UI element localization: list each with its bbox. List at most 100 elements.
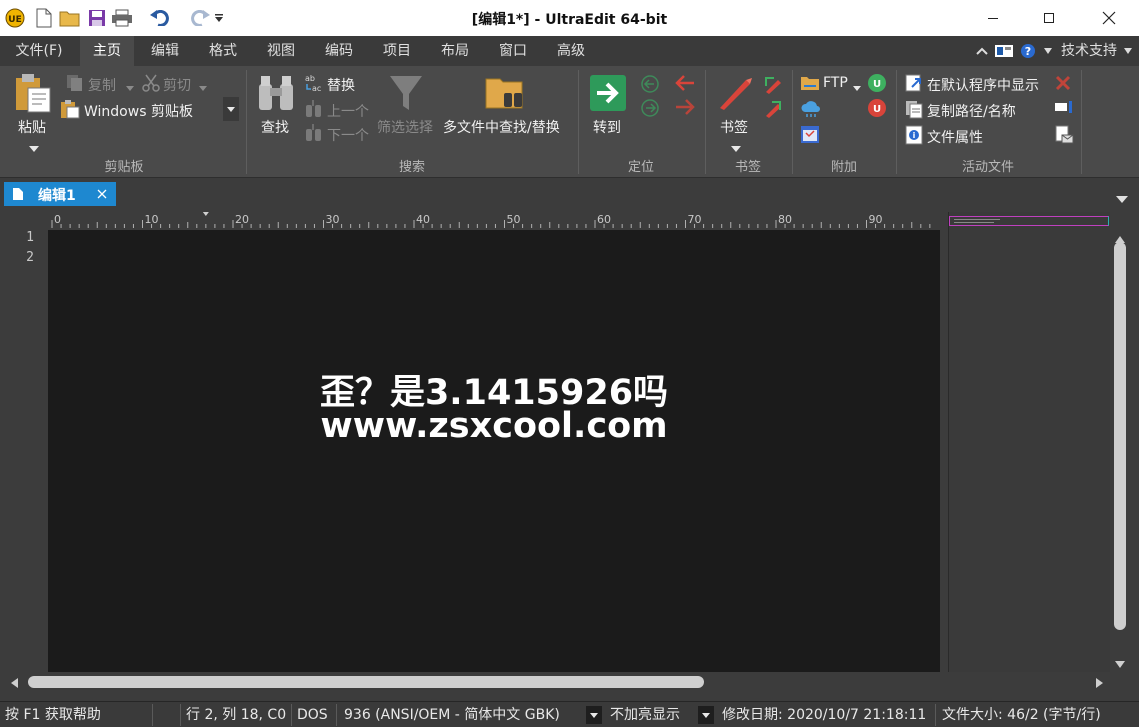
ruler-label: 20 <box>235 213 249 226</box>
status-line-ending[interactable]: DOS <box>297 702 328 727</box>
cut-dropdown-icon[interactable] <box>199 80 207 95</box>
ruler-label: 10 <box>145 213 159 226</box>
encoding-dropdown-icon[interactable] <box>586 706 602 724</box>
cut-button[interactable]: 剪切 <box>163 75 191 95</box>
redo-icon[interactable] <box>188 7 212 29</box>
status-highlight[interactable]: 不加亮显示 <box>610 702 680 727</box>
ultracompare-icon[interactable]: U <box>867 98 887 122</box>
copy-dropdown-icon[interactable] <box>126 80 134 95</box>
copy-path-icon <box>904 99 924 123</box>
scroll-right-icon[interactable] <box>1096 677 1104 692</box>
editor-text-area[interactable]: 歪？是3.1415926吗 www.zsxcool.com <box>48 230 940 672</box>
document-map-panel[interactable] <box>948 212 1110 672</box>
minimize-button[interactable] <box>970 0 1016 36</box>
uefs-icon[interactable]: U <box>867 73 887 97</box>
find-next-button[interactable]: 下一个 <box>327 125 369 145</box>
tab-document[interactable]: 编辑1 <box>4 182 116 206</box>
menu-encoding[interactable]: 编码 <box>312 36 366 66</box>
open-default-program-icon <box>904 73 924 97</box>
menu-project[interactable]: 项目 <box>370 36 424 66</box>
goto-icon[interactable] <box>589 74 627 116</box>
find-button[interactable]: 查找 <box>261 117 289 137</box>
bookmark-icon[interactable] <box>716 74 754 116</box>
bookmark-dropdown-icon[interactable] <box>731 141 741 156</box>
file-properties-button[interactable]: 文件属性 <box>927 127 983 147</box>
maximize-button[interactable] <box>1026 0 1072 36</box>
ruler-label: 80 <box>778 213 792 226</box>
find-prev-button[interactable]: 上一个 <box>327 101 369 121</box>
map-viewport-indicator[interactable] <box>949 216 1109 226</box>
show-in-default-program-button[interactable]: 在默认程序中显示 <box>927 75 1039 95</box>
find-binoculars-icon[interactable] <box>256 74 296 116</box>
copy-path-name-button[interactable]: 复制路径/名称 <box>927 101 1016 121</box>
cloud-sync-icon[interactable] <box>800 98 822 122</box>
layout-icon[interactable] <box>994 42 1014 60</box>
bookmark-button[interactable]: 书签 <box>720 117 748 137</box>
customize-dropdown-icon[interactable] <box>212 7 226 29</box>
paste-button[interactable]: 粘贴 <box>18 117 46 137</box>
scroll-down-icon[interactable] <box>1115 658 1125 673</box>
split-view-icon[interactable] <box>1054 99 1074 121</box>
app-logo-icon[interactable]: UE <box>4 7 26 29</box>
goto-button[interactable]: 转到 <box>593 117 621 137</box>
prev-change-icon[interactable] <box>674 74 696 96</box>
undo-icon[interactable] <box>148 7 172 29</box>
close-file-icon[interactable] <box>1054 74 1072 96</box>
ribbon-separator <box>578 70 579 174</box>
ftp-button[interactable]: FTP <box>823 75 848 91</box>
menu-bar: 文件(F) 主页 编辑 格式 视图 编码 项目 布局 窗口 高级 ? 技术支持 <box>0 36 1139 66</box>
email-file-icon[interactable] <box>1054 125 1074 149</box>
status-help: 按 F1 获取帮助 <box>5 707 101 723</box>
open-folder-icon[interactable] <box>58 7 82 29</box>
tab-list-dropdown-icon[interactable] <box>1116 192 1128 207</box>
collapse-ribbon-icon[interactable] <box>976 42 988 60</box>
next-bookmark-icon[interactable] <box>762 98 784 122</box>
new-file-icon[interactable] <box>34 7 54 29</box>
status-encoding[interactable]: 936 (ANSI/OEM - 简体中文 GBK) <box>344 702 560 727</box>
scroll-left-icon[interactable] <box>10 677 18 692</box>
vertical-scroll-thumb[interactable] <box>1114 242 1126 630</box>
close-button[interactable] <box>1086 0 1132 36</box>
status-cursor-position[interactable]: 行 2, 列 18, C0 <box>186 702 286 727</box>
menu-view[interactable]: 视图 <box>254 36 308 66</box>
menu-layout[interactable]: 布局 <box>428 36 482 66</box>
support-menu-dropdown-icon[interactable] <box>1124 42 1132 60</box>
highlight-dropdown-icon[interactable] <box>698 706 714 724</box>
multi-file-find-replace-button[interactable]: 多文件中查找/替换 <box>443 117 560 137</box>
support-dropdown-icon[interactable] <box>1044 42 1052 60</box>
nav-forward-icon[interactable] <box>640 98 660 122</box>
file-properties-icon: i <box>904 125 924 149</box>
replace-button[interactable]: 替换 <box>327 75 355 95</box>
menu-format[interactable]: 格式 <box>196 36 250 66</box>
horizontal-scroll-thumb[interactable] <box>28 676 704 688</box>
menu-home[interactable]: 主页 <box>80 36 134 66</box>
filter-icon <box>388 74 424 116</box>
prev-bookmark-icon[interactable] <box>762 74 784 98</box>
group-label-bookmarks: 书签 <box>734 160 761 175</box>
help-icon[interactable]: ? <box>1020 42 1036 60</box>
multi-file-find-icon[interactable] <box>484 73 528 117</box>
menu-advanced[interactable]: 高级 <box>544 36 598 66</box>
calendar-tool-icon[interactable] <box>800 124 820 148</box>
menu-edit[interactable]: 编辑 <box>138 36 192 66</box>
menu-file[interactable]: 文件(F) <box>6 36 72 66</box>
nav-back-icon[interactable] <box>640 74 660 98</box>
menu-window[interactable]: 窗口 <box>486 36 540 66</box>
next-change-icon[interactable] <box>674 98 696 120</box>
paste-icon[interactable] <box>14 72 52 118</box>
line-number-gutter[interactable]: 1 2 <box>0 230 48 672</box>
ftp-dropdown-icon[interactable] <box>853 80 861 95</box>
clipboard-icon <box>60 99 80 123</box>
vertical-scrollbar[interactable] <box>1112 230 1128 672</box>
horizontal-scrollbar[interactable] <box>8 674 1110 690</box>
menu-support[interactable]: 技术支持 <box>1056 36 1122 66</box>
filter-selection-button[interactable]: 筛选选择 <box>377 117 433 137</box>
print-icon[interactable] <box>110 7 134 29</box>
copy-button[interactable]: 复制 <box>88 75 116 95</box>
clipboard-select[interactable]: Windows 剪贴板 <box>84 101 193 121</box>
save-icon[interactable] <box>86 7 108 29</box>
status-separator <box>935 704 936 726</box>
tab-close-icon[interactable] <box>96 186 108 204</box>
clipboard-select-dropdown-icon[interactable] <box>223 97 239 121</box>
paste-dropdown-icon[interactable] <box>29 141 39 156</box>
